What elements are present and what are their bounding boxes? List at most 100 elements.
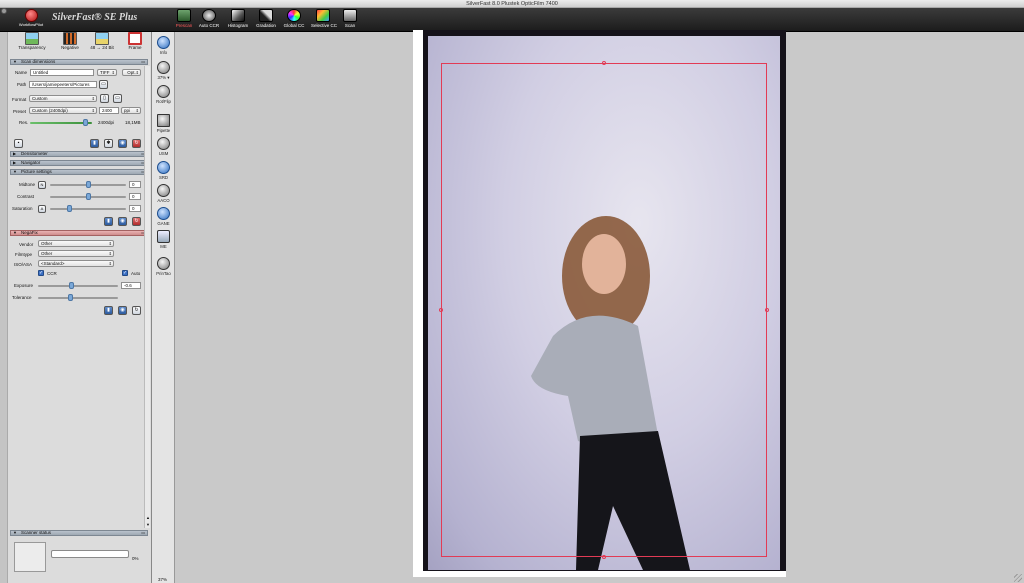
- left-panel-scrollbar[interactable]: ▲ ▼: [144, 66, 150, 528]
- histogram-button[interactable]: Histogram: [226, 8, 250, 28]
- panel-menu-icon[interactable]: ▭: [141, 531, 145, 535]
- selective-cc-button[interactable]: Selective CC: [311, 8, 337, 28]
- contrast-slider[interactable]: [50, 193, 126, 200]
- aaco-icon: [157, 184, 170, 197]
- srd-tool[interactable]: SRD: [152, 161, 175, 180]
- scan-icon: [343, 9, 357, 22]
- format-select[interactable]: Custom: [29, 95, 97, 102]
- midtone-slider[interactable]: [50, 181, 126, 188]
- mode-negative-button[interactable]: Negative: [56, 32, 84, 50]
- saturation-slider[interactable]: [50, 205, 126, 212]
- help-button-2[interactable]: ◉: [118, 217, 127, 226]
- orientation-portrait-button[interactable]: ▯: [100, 94, 109, 103]
- frame-icon: [128, 32, 142, 45]
- scan-dimensions-header[interactable]: ▼ Scan dimensions ▭: [10, 59, 148, 65]
- book-button-3[interactable]: ▮: [104, 306, 113, 315]
- reset-button-3[interactable]: ↻: [132, 306, 141, 315]
- rotate-flip-tool[interactable]: Rot/Flip: [152, 85, 175, 104]
- reset-button-2[interactable]: ↻: [132, 217, 141, 226]
- options-button[interactable]: Opt.: [122, 69, 141, 76]
- zoom-tool[interactable]: 37% ▾: [152, 61, 175, 81]
- scan-frame-selection[interactable]: [441, 63, 767, 557]
- filmtype-select[interactable]: Other: [38, 250, 114, 257]
- help-button-1[interactable]: ◉: [118, 139, 127, 148]
- gradation-icon: [259, 9, 273, 22]
- tolerance-slider-thumb[interactable]: [68, 294, 73, 301]
- navigator-header[interactable]: ▶ Navigator ▭: [10, 160, 148, 166]
- usm-tool[interactable]: USM: [152, 137, 175, 156]
- resolution-slider-thumb[interactable]: [83, 119, 88, 126]
- contrast-value[interactable]: 0: [129, 193, 141, 200]
- scroll-down-icon[interactable]: ▼: [146, 522, 150, 527]
- workflowpilot-button[interactable]: WorkflowPilot: [14, 9, 48, 27]
- resolution-slider[interactable]: [30, 119, 92, 126]
- auto-checkbox[interactable]: ✓: [122, 270, 128, 276]
- save-settings-button[interactable]: ▪: [14, 139, 23, 148]
- tolerance-slider[interactable]: [38, 294, 118, 301]
- midtone-mode-badge[interactable]: N: [38, 181, 46, 189]
- exposure-slider-thumb[interactable]: [69, 282, 74, 289]
- book-button-1[interactable]: ▮: [90, 139, 99, 148]
- midtone-slider-thumb[interactable]: [86, 181, 91, 188]
- ccr-checkbox[interactable]: ✓: [38, 270, 44, 276]
- pipette-tool[interactable]: Pipette: [152, 114, 175, 133]
- gane-icon: [157, 207, 170, 220]
- name-field[interactable]: Untitled: [30, 69, 94, 76]
- help-button-3[interactable]: ◉: [118, 306, 127, 315]
- aaco-tool[interactable]: AACO: [152, 184, 175, 203]
- scan-button[interactable]: Scan: [338, 8, 362, 28]
- panel-menu-icon[interactable]: ▭: [141, 60, 145, 64]
- ccr-label: CCR: [47, 271, 57, 276]
- info-tool[interactable]: Info: [152, 36, 175, 55]
- frame-handle-left[interactable]: [439, 308, 443, 312]
- saturation-slider-thumb[interactable]: [67, 205, 72, 212]
- orientation-landscape-button[interactable]: ▭: [113, 94, 122, 103]
- scroll-up-icon[interactable]: ▲: [146, 515, 150, 520]
- info-icon: [157, 36, 170, 49]
- path-field[interactable]: /Users/jamiepeeters/Pictures: [29, 81, 97, 88]
- mode-frame-button[interactable]: Frame: [121, 32, 149, 50]
- frame-handle-top[interactable]: [602, 61, 606, 65]
- expand-triangle-icon: ▶: [13, 160, 17, 165]
- gane-label: GANE: [157, 221, 170, 226]
- vendor-select[interactable]: Other: [38, 240, 114, 247]
- exposure-slider[interactable]: [38, 282, 118, 289]
- frame-handle-bottom[interactable]: [602, 555, 606, 559]
- printao-tool[interactable]: PrinTao: [152, 257, 175, 276]
- picture-settings-header[interactable]: ▼ Picture settings ▭: [10, 169, 148, 175]
- saturation-mode-badge[interactable]: A: [38, 205, 46, 213]
- window-resize-grip-icon[interactable]: [1014, 574, 1022, 582]
- book-button-2[interactable]: ▮: [104, 217, 113, 226]
- scanner-status-header[interactable]: ▼ Scanner status ▭: [10, 530, 148, 536]
- file-format-select[interactable]: TIFF: [97, 69, 117, 76]
- auto-ccr-button[interactable]: Auto CCR: [197, 8, 221, 28]
- iso-select[interactable]: <Standard>: [38, 260, 114, 267]
- rotate-flip-label: Rot/Flip: [156, 99, 171, 104]
- densitometer-header[interactable]: ▶ Densitometer ▭: [10, 151, 148, 157]
- auto-ccr-label: Auto CCR: [198, 23, 220, 28]
- gane-tool[interactable]: GANE: [152, 207, 175, 226]
- mode-bitdepth-button[interactable]: 48 → 24 Bit: [88, 32, 116, 50]
- preset-label: Preset: [13, 109, 27, 114]
- saturation-value[interactable]: 0: [129, 205, 141, 212]
- global-cc-button[interactable]: Global CC: [282, 8, 306, 28]
- settings-gear-button[interactable]: ✱: [104, 139, 113, 148]
- expand-triangle-icon: ▶: [13, 151, 17, 156]
- rotate-icon: [157, 85, 170, 98]
- preset-select[interactable]: Custom (2400dpi): [29, 107, 97, 114]
- exposure-value[interactable]: -0.6: [121, 282, 141, 289]
- close-corner-icon[interactable]: [1, 8, 7, 14]
- gradation-button[interactable]: Gradation: [254, 8, 278, 28]
- mode-transparency-button[interactable]: Transparency: [18, 32, 46, 50]
- frame-handle-right[interactable]: [765, 308, 769, 312]
- reset-button-1[interactable]: ↻: [132, 139, 141, 148]
- midtone-value[interactable]: 0: [129, 181, 141, 188]
- negafix-header[interactable]: ▼ NegaFix ▭: [10, 230, 148, 236]
- ppi-unit-select[interactable]: ppi: [121, 107, 141, 114]
- me-tool[interactable]: ME: [152, 230, 175, 249]
- zoom-footer-value: 37%: [158, 577, 168, 582]
- prescan-button[interactable]: Prescan: [172, 8, 196, 28]
- ppi-field[interactable]: 2400: [99, 107, 119, 114]
- contrast-slider-thumb[interactable]: [86, 193, 91, 200]
- choose-folder-button[interactable]: ▭: [99, 80, 108, 89]
